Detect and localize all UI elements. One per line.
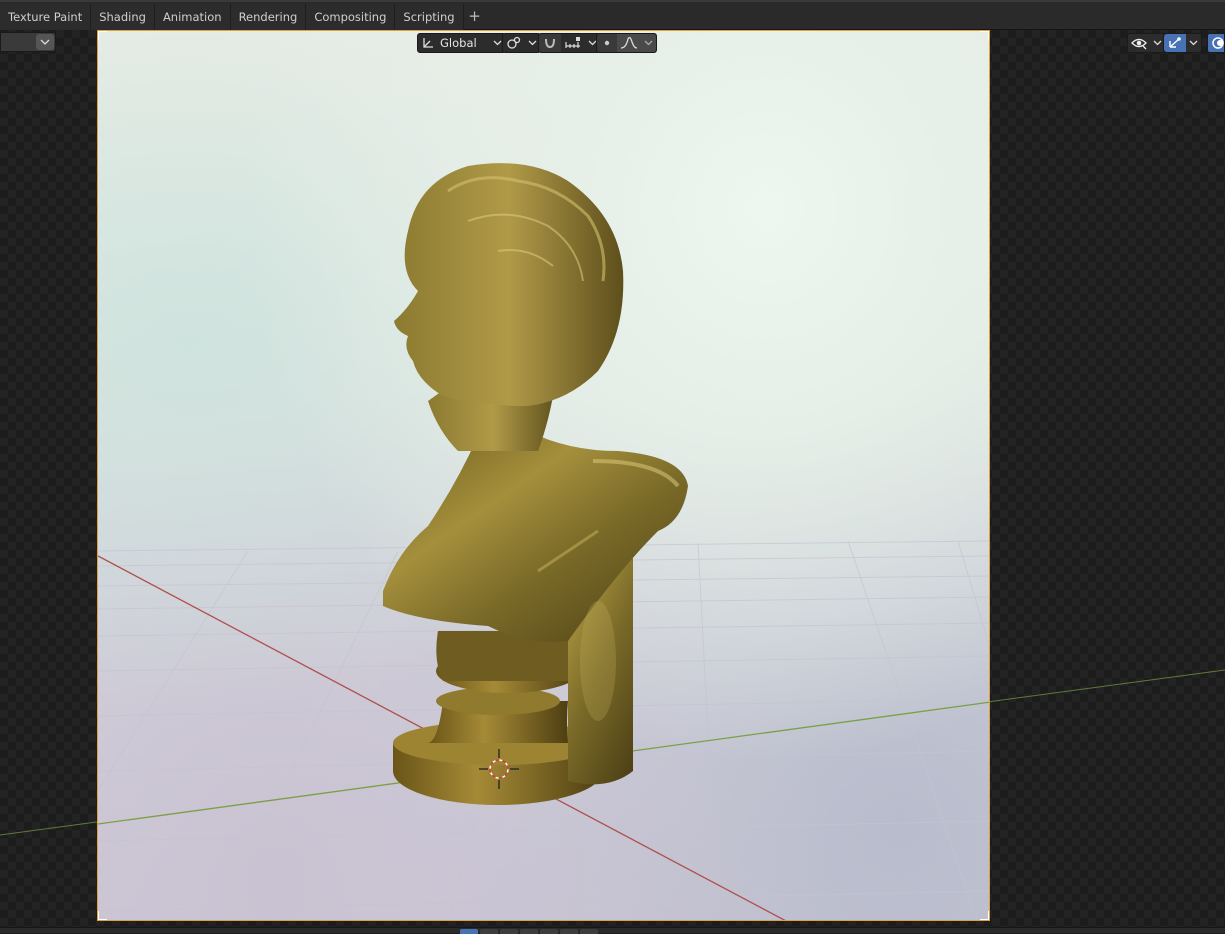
timeline-button[interactable] xyxy=(480,929,498,934)
snapping-group xyxy=(538,33,601,53)
timeline-button[interactable] xyxy=(540,929,558,934)
timeline-controls xyxy=(460,929,598,934)
tab-animation[interactable]: Animation xyxy=(154,4,231,30)
eye-visibility-icon xyxy=(1128,34,1150,52)
overlay-toggle[interactable] xyxy=(1207,33,1225,53)
workspace-tab-bar: Texture Paint Shading Animation Renderin… xyxy=(0,0,1225,30)
proportional-editing-icon[interactable] xyxy=(597,34,617,52)
timeline-header-strip xyxy=(0,927,1225,934)
snap-increment-icon[interactable] xyxy=(561,34,585,52)
timeline-button[interactable] xyxy=(460,929,478,934)
chevron-down-icon xyxy=(36,34,54,50)
chevron-down-icon[interactable] xyxy=(1186,34,1201,52)
transform-orientation-label: Global xyxy=(440,36,477,50)
snap-magnet-icon[interactable] xyxy=(539,34,561,52)
falloff-curve-icon[interactable] xyxy=(617,34,641,52)
top-strip xyxy=(0,0,1225,2)
transform-orientation-dropdown[interactable]: Global xyxy=(417,33,506,53)
tab-scripting[interactable]: Scripting xyxy=(395,4,464,30)
tab-texture-paint[interactable]: Texture Paint xyxy=(0,4,92,30)
transform-orientation-icon xyxy=(418,34,438,52)
tab-shading[interactable]: Shading xyxy=(91,4,155,30)
chevron-down-icon xyxy=(479,34,505,52)
camera-corner-tr xyxy=(980,31,989,40)
tab-compositing[interactable]: Compositing xyxy=(306,4,396,30)
chevron-down-icon[interactable] xyxy=(641,34,656,52)
camera-view[interactable] xyxy=(97,30,990,921)
tab-rendering[interactable]: Rendering xyxy=(230,4,307,30)
pivot-point-icon xyxy=(503,34,525,52)
camera-corner-bl xyxy=(98,911,107,920)
visibility-dropdown[interactable] xyxy=(1127,33,1166,53)
overlay-icon xyxy=(1208,34,1225,52)
render-scene xyxy=(98,163,989,920)
add-workspace-button[interactable]: + xyxy=(464,4,486,30)
timeline-button[interactable] xyxy=(580,929,598,934)
camera-corner-br xyxy=(980,911,989,920)
pivot-point-dropdown[interactable] xyxy=(502,33,541,53)
bust-statue[interactable] xyxy=(383,163,688,805)
camera-corner-tl xyxy=(98,31,107,40)
timeline-button[interactable] xyxy=(520,929,538,934)
workspace-tabs: Texture Paint Shading Animation Renderin… xyxy=(0,4,486,30)
gizmo-dropdown xyxy=(1163,33,1202,53)
timeline-button[interactable] xyxy=(500,929,518,934)
gizmo-toggle-icon[interactable] xyxy=(1164,34,1186,52)
mode-dropdown[interactable] xyxy=(0,32,56,52)
3d-viewport[interactable]: Global xyxy=(0,30,1225,927)
timeline-button[interactable] xyxy=(560,929,578,934)
proportional-editing-group xyxy=(596,33,657,53)
